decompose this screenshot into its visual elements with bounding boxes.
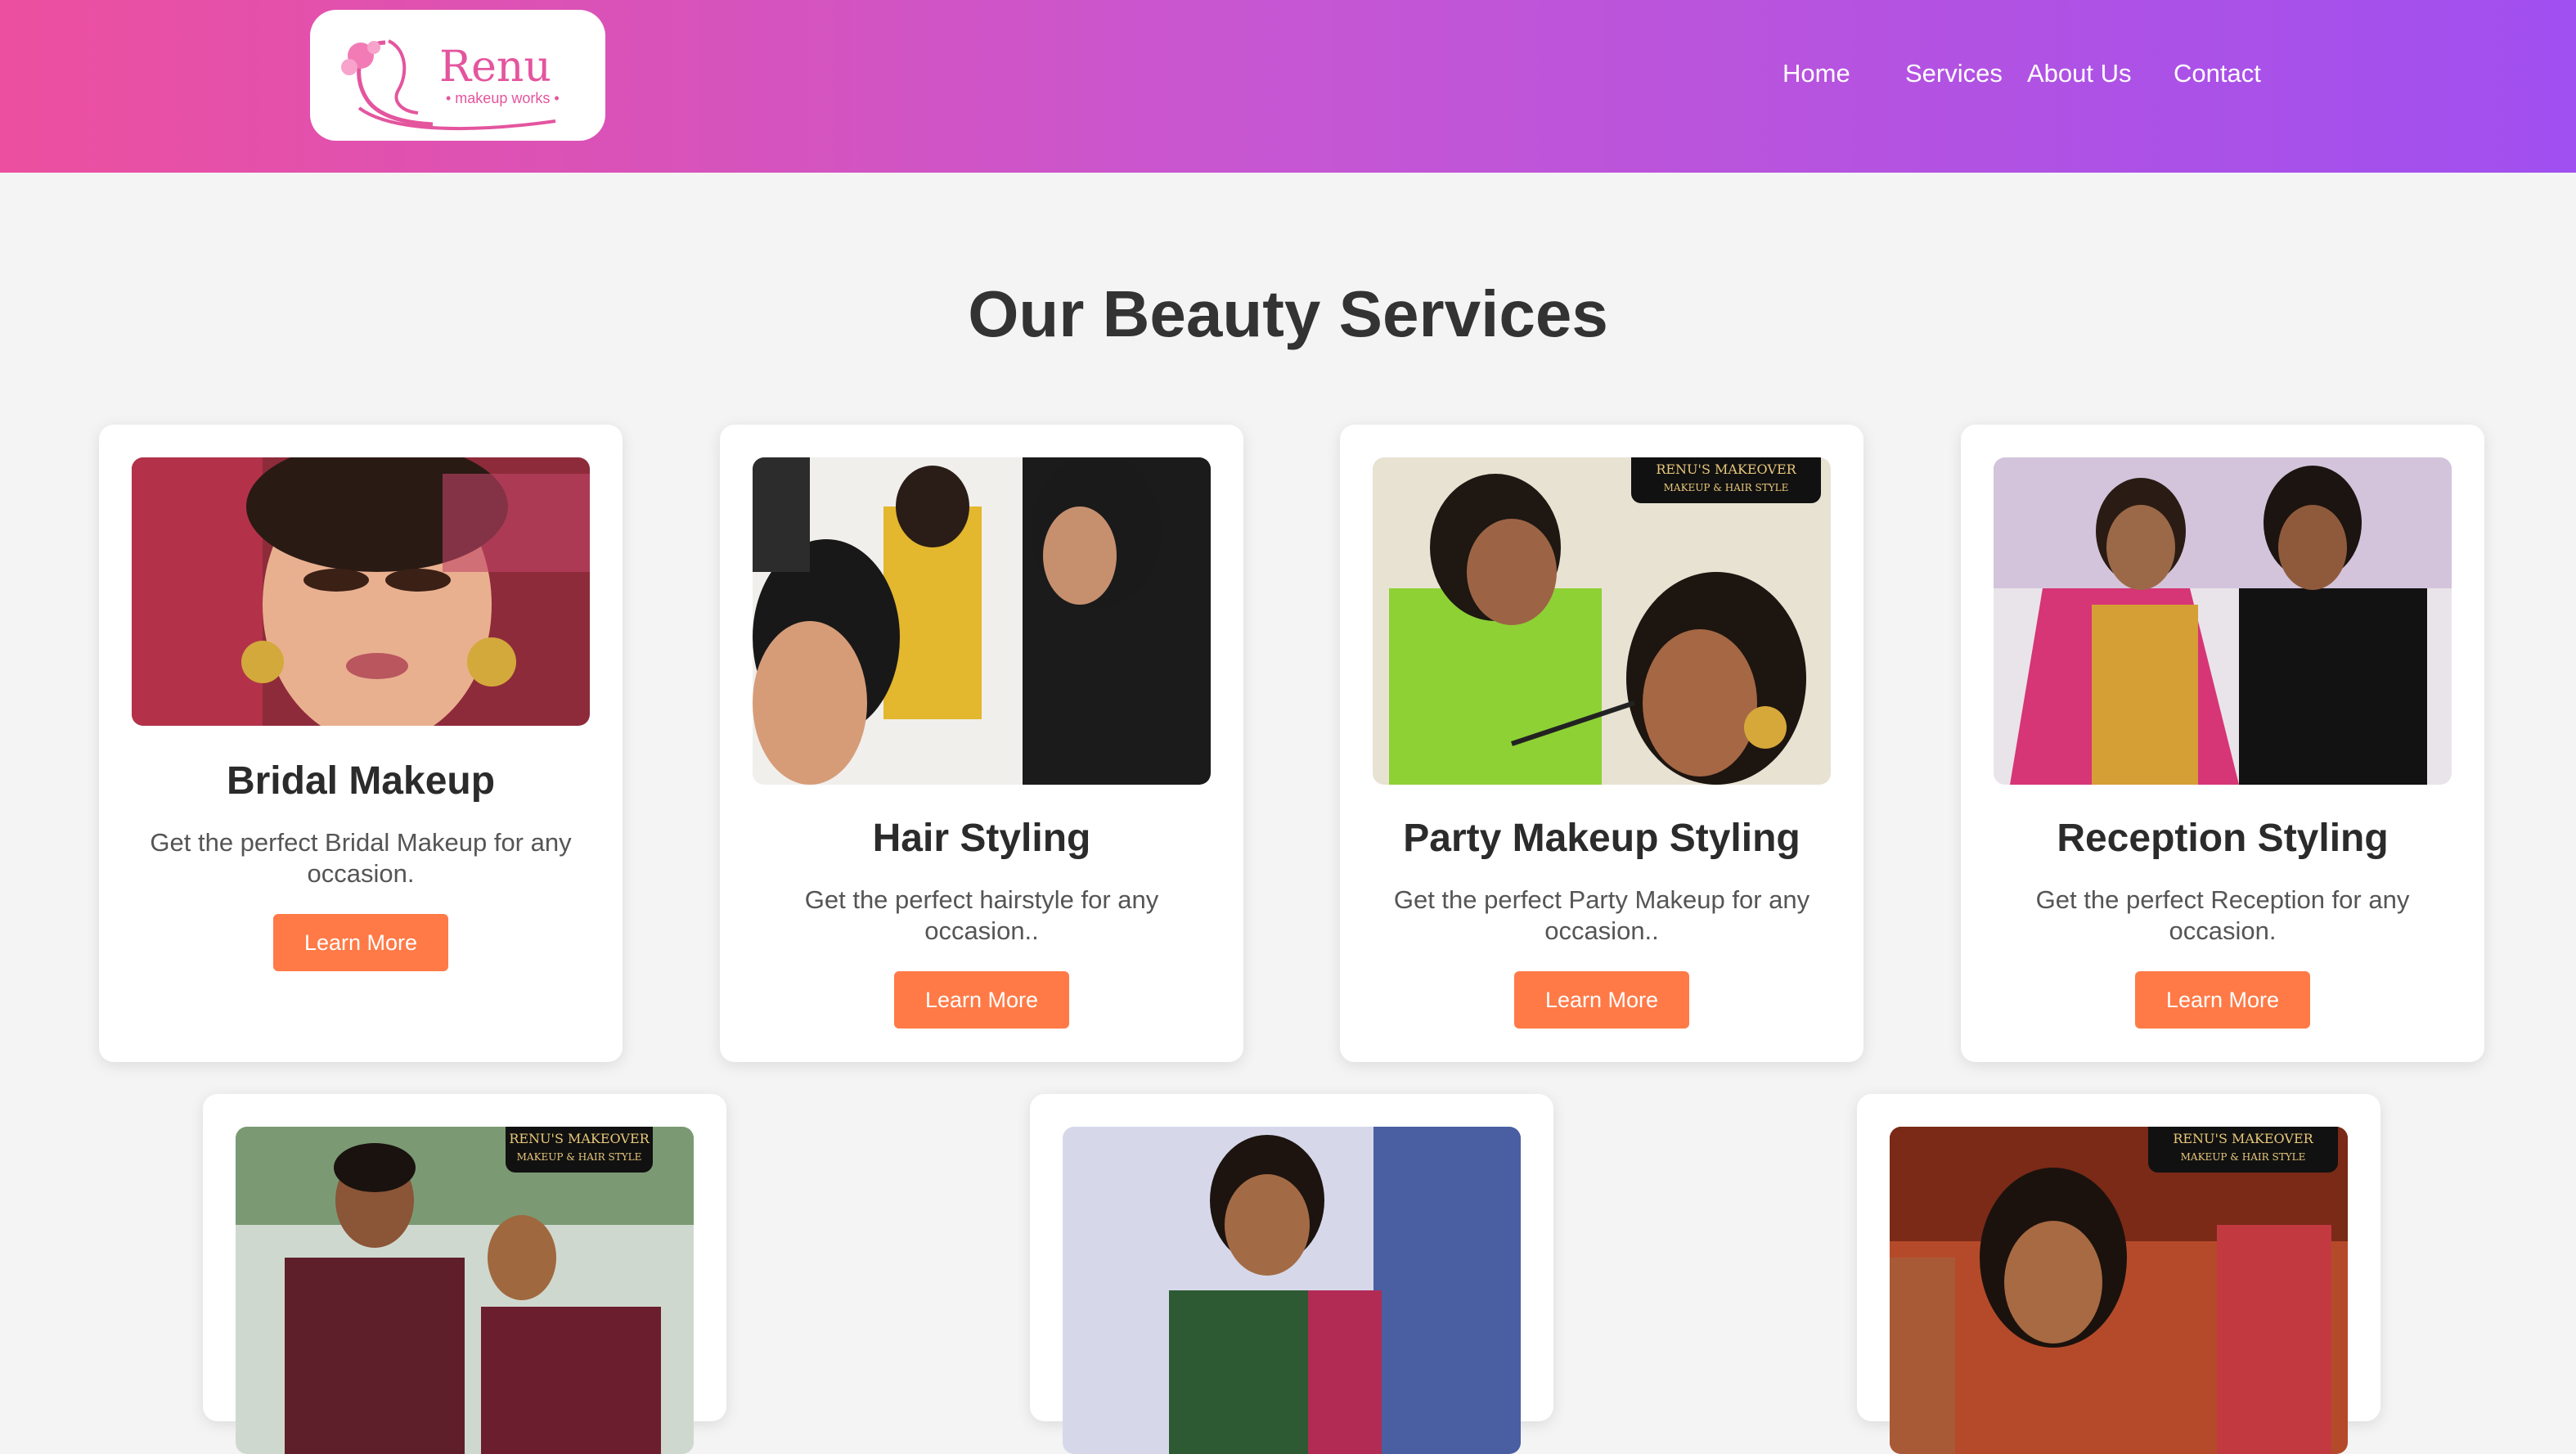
party-makeup-photo: RENU'S MAKEOVER MAKEUP & HAIR STYLE — [1373, 457, 1831, 785]
hair-styling-photo — [753, 457, 1211, 785]
badge-line-1: RENU'S MAKEOVER — [1656, 461, 1796, 477]
watermark-badge: RENU'S MAKEOVER MAKEUP & HAIR STYLE — [506, 1127, 653, 1173]
badge-line-1: RENU'S MAKEOVER — [509, 1131, 650, 1146]
service-card-traditional — [1030, 1094, 1553, 1454]
engagement-photo: RENU'S MAKEOVER MAKEUP & HAIR STYLE — [236, 1127, 694, 1454]
bridal-portrait-photo: RENU'S MAKEOVER MAKEUP & HAIR STYLE — [1890, 1127, 2348, 1454]
card-title: Reception Styling — [2057, 817, 2389, 860]
watermark-badge: RENU'S MAKEOVER MAKEUP & HAIR STYLE — [1631, 457, 1821, 503]
card-title: Hair Styling — [872, 817, 1091, 860]
badge-line-2: MAKEUP & HAIR STYLE — [2180, 1151, 2306, 1163]
service-card-bridal-makeup: Bridal Makeup Get the perfect Bridal Mak… — [99, 425, 623, 1062]
service-card-party-makeup: RENU'S MAKEOVER MAKEUP & HAIR STYLE Part… — [1340, 425, 1863, 1062]
learn-more-button[interactable]: Learn More — [273, 914, 448, 971]
learn-more-button[interactable]: Learn More — [894, 971, 1069, 1029]
traditional-styling-photo — [1063, 1127, 1521, 1454]
card-description: Get the perfect Party Makeup for any occ… — [1393, 885, 1810, 945]
nav-home[interactable]: Home — [1783, 59, 1850, 88]
section-title: Our Beauty Services — [968, 277, 1608, 350]
logo-tagline: • makeup works • — [446, 90, 560, 106]
nav-services[interactable]: Services — [1905, 59, 2003, 88]
bridal-makeup-photo — [132, 457, 590, 726]
card-description: Get the perfect hairstyle for any occasi… — [804, 885, 1159, 945]
card-description: Get the perfect Bridal Makeup for any oc… — [150, 828, 572, 888]
learn-more-button[interactable]: Learn More — [1514, 971, 1689, 1029]
watermark-badge: RENU'S MAKEOVER MAKEUP & HAIR STYLE — [2148, 1127, 2338, 1173]
service-card-bridal-portrait: RENU'S MAKEOVER MAKEUP & HAIR STYLE — [1857, 1094, 2380, 1454]
service-card-engagement: RENU'S MAKEOVER MAKEUP & HAIR STYLE — [203, 1094, 726, 1454]
badge-line-2: MAKEUP & HAIR STYLE — [516, 1151, 642, 1163]
logo-name: Renu — [439, 43, 551, 92]
card-description: Get the perfect Reception for any occasi… — [2035, 885, 2410, 945]
badge-line-1: RENU'S MAKEOVER — [2173, 1131, 2313, 1146]
service-card-hair-styling: Hair Styling Get the perfect hairstyle f… — [720, 425, 1243, 1062]
site-header: Renu • makeup works • Home Services Abou… — [0, 0, 2576, 173]
card-title: Bridal Makeup — [226, 759, 496, 803]
badge-line-2: MAKEUP & HAIR STYLE — [1663, 482, 1789, 493]
learn-more-button[interactable]: Learn More — [2135, 971, 2310, 1029]
nav-contact[interactable]: Contact — [2174, 59, 2261, 88]
service-card-reception-styling: Reception Styling Get the perfect Recept… — [1961, 425, 2484, 1062]
nav-about-us[interactable]: About Us — [2027, 59, 2132, 88]
brand-logo[interactable]: Renu • makeup works • — [310, 10, 605, 141]
reception-styling-photo — [1994, 457, 2452, 785]
card-title: Party Makeup Styling — [1403, 817, 1801, 860]
